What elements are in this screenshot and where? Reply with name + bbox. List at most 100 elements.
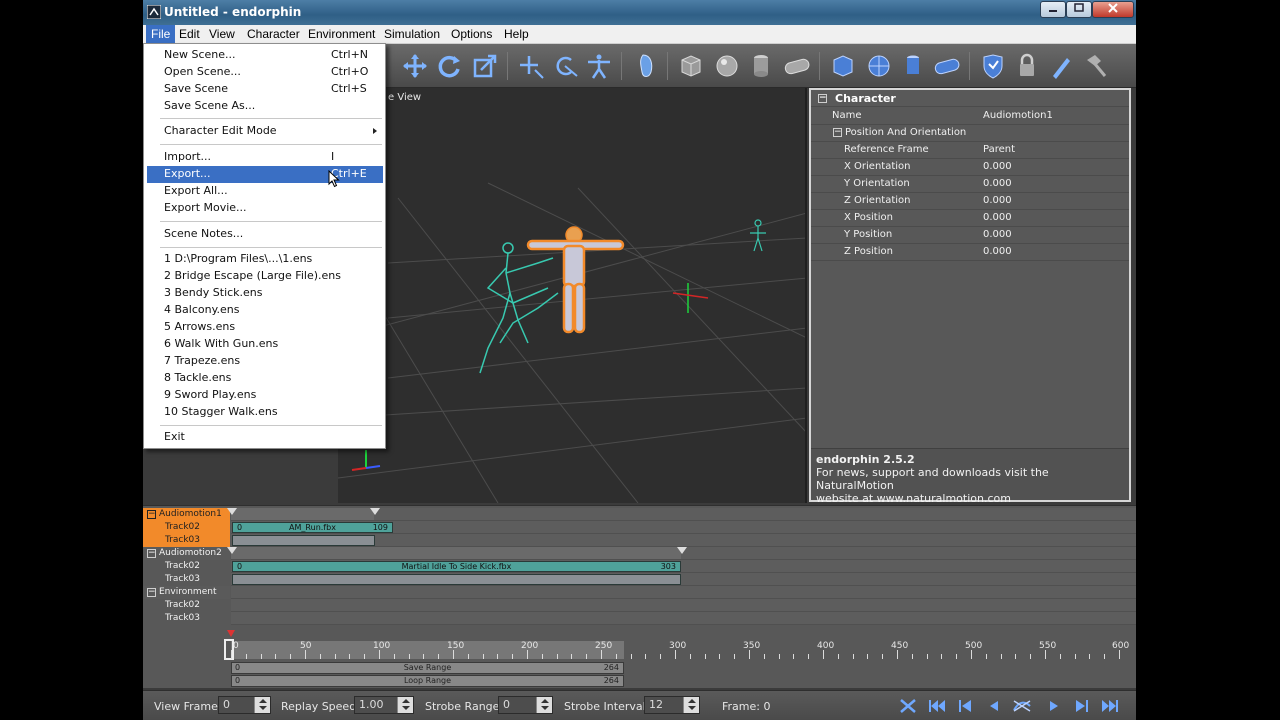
play-backward-icon[interactable] <box>983 697 1005 715</box>
menu-item-export-all[interactable]: Export All... <box>147 183 383 200</box>
spin-arrows-icon[interactable] <box>254 697 270 713</box>
character-pose-icon[interactable] <box>585 52 613 80</box>
property-row-name[interactable]: Name Audiomotion1 <box>811 108 1129 125</box>
lock-icon[interactable] <box>1013 52 1041 80</box>
track-lane[interactable] <box>231 534 1136 547</box>
marker-icon[interactable] <box>227 547 237 555</box>
collapse-icon[interactable]: − <box>833 128 842 137</box>
step-forward-icon[interactable] <box>1070 697 1092 715</box>
hammer-icon[interactable] <box>1081 52 1109 80</box>
rotate-tool-icon[interactable] <box>435 52 463 80</box>
go-to-end-icon[interactable] <box>1099 697 1121 715</box>
recent-file-item[interactable]: 2 Bridge Escape (Large File).ens <box>147 268 383 285</box>
shield-icon[interactable] <box>979 52 1007 80</box>
menu-item-import[interactable]: Import... I <box>147 149 383 166</box>
close-button[interactable] <box>1092 1 1134 18</box>
recent-file-item[interactable]: 9 Sword Play.ens <box>147 387 383 404</box>
add-blue-cylinder-icon[interactable] <box>899 52 927 80</box>
spin-arrows-icon[interactable] <box>683 697 699 713</box>
pen-icon[interactable] <box>1047 52 1075 80</box>
loop-icon[interactable] <box>1011 697 1033 715</box>
frame-ruler[interactable]: 0 50 100 150 200 250 300 350 400 450 500… <box>224 630 1136 660</box>
title-bar[interactable]: Untitled - endorphin <box>143 0 1136 25</box>
track-row[interactable]: Track03 <box>143 612 1136 625</box>
step-back-icon[interactable] <box>955 697 977 715</box>
track-group-header[interactable]: − Audiomotion2 <box>143 547 1136 560</box>
scale-tool-icon[interactable] <box>471 52 499 80</box>
property-row[interactable]: X Orientation 0.000 <box>811 159 1129 176</box>
properties-header[interactable]: − Character <box>811 90 1129 107</box>
menu-item-export[interactable]: Export... Ctrl+E <box>147 166 383 183</box>
track-lane[interactable] <box>231 612 1136 625</box>
property-row[interactable]: Z Position 0.000 <box>811 244 1129 261</box>
add-character-icon[interactable] <box>633 52 661 80</box>
go-to-start-icon[interactable] <box>926 697 948 715</box>
track-lane[interactable] <box>231 599 1136 612</box>
collapse-icon[interactable]: − <box>818 94 827 103</box>
add-blue-sphere-icon[interactable] <box>865 52 893 80</box>
move-tool-icon[interactable] <box>401 52 429 80</box>
property-row[interactable]: Reference Frame Parent <box>811 142 1129 159</box>
animation-clip[interactable]: 0 Martial Idle To Side Kick.fbx 303 <box>232 561 681 572</box>
track-lane[interactable]: 0 Martial Idle To Side Kick.fbx 303 <box>231 560 1136 573</box>
track-group-audiomotion1[interactable]: − Audiomotion1 <box>143 508 230 521</box>
add-cylinder-icon[interactable] <box>747 52 775 80</box>
spin-arrows-icon[interactable] <box>397 697 413 713</box>
track-row[interactable]: Track02 0 AM_Run.fbx 109 <box>143 521 1136 534</box>
recent-file-item[interactable]: 6 Walk With Gun.ens <box>147 336 383 353</box>
track-lane[interactable] <box>231 586 1136 599</box>
menu-item-scene-notes[interactable]: Scene Notes... <box>147 226 383 243</box>
property-row[interactable]: X Position 0.000 <box>811 210 1129 227</box>
track-row[interactable]: Track02 0 Martial Idle To Side Kick.fbx … <box>143 560 1136 573</box>
move-joint-icon[interactable] <box>517 52 545 80</box>
recent-file-item[interactable]: 1 D:\Program Files\...\1.ens <box>147 251 383 268</box>
track-row[interactable]: Track03 <box>143 573 1136 586</box>
collapse-icon[interactable]: − <box>147 588 156 597</box>
track-group-header[interactable]: − Environment <box>143 586 1136 599</box>
marker-icon[interactable] <box>227 508 237 516</box>
menu-item-open-scene[interactable]: Open Scene... Ctrl+O <box>147 64 383 81</box>
physics-clip[interactable] <box>232 574 681 585</box>
view-frame-input[interactable]: 0 <box>218 696 271 714</box>
track-lane[interactable] <box>227 508 1136 521</box>
track-group-header[interactable]: − Audiomotion1 <box>143 508 1136 521</box>
menu-item-new-scene[interactable]: New Scene... Ctrl+N <box>147 47 383 64</box>
replay-speed-input[interactable]: 1.00 <box>354 696 414 714</box>
menu-item-save-scene[interactable]: Save Scene Ctrl+S <box>147 81 383 98</box>
menu-file[interactable]: File <box>146 25 176 44</box>
property-group-position[interactable]: − Position And Orientation <box>811 125 1129 142</box>
recent-file-item[interactable]: 8 Tackle.ens <box>147 370 383 387</box>
marker-icon[interactable] <box>677 547 687 555</box>
add-blue-box-icon[interactable] <box>829 52 857 80</box>
menu-item-export-movie[interactable]: Export Movie... <box>147 200 383 217</box>
strobe-interval-input[interactable]: 12 <box>644 696 700 714</box>
playhead-marker-icon[interactable] <box>227 630 235 638</box>
spin-arrows-icon[interactable] <box>536 697 552 713</box>
track-row[interactable]: Track02 <box>143 599 1136 612</box>
track-lane[interactable] <box>227 547 1136 560</box>
strobe-range-input[interactable]: 0 <box>498 696 553 714</box>
menu-help[interactable]: Help <box>499 25 534 44</box>
recent-file-item[interactable]: 7 Trapeze.ens <box>147 353 383 370</box>
menu-environment[interactable]: Environment <box>303 25 380 44</box>
play-forward-icon[interactable] <box>1043 697 1065 715</box>
minimize-button[interactable] <box>1040 1 1066 18</box>
menu-item-character-edit-mode[interactable]: Character Edit Mode <box>147 123 383 140</box>
collapse-icon[interactable]: − <box>147 510 156 519</box>
menu-options[interactable]: Options <box>446 25 497 44</box>
menu-item-save-scene-as[interactable]: Save Scene As... <box>147 98 383 115</box>
3d-viewport[interactable]: e View <box>338 88 807 503</box>
track-group-audiomotion2[interactable]: − Audiomotion2 <box>143 547 230 560</box>
maximize-button[interactable] <box>1066 1 1092 18</box>
loop-range-bar[interactable]: 0 Loop Range 264 <box>231 675 624 687</box>
menu-simulation[interactable]: Simulation <box>379 25 445 44</box>
add-blue-capsule-icon[interactable] <box>933 52 961 80</box>
property-row[interactable]: Y Orientation 0.000 <box>811 176 1129 193</box>
recent-file-item[interactable]: 10 Stagger Walk.ens <box>147 404 383 421</box>
track-row[interactable]: Track03 <box>143 534 1136 547</box>
property-row[interactable]: Y Position 0.000 <box>811 227 1129 244</box>
simulate-icon[interactable] <box>897 697 919 715</box>
track-lane[interactable]: 0 AM_Run.fbx 109 <box>231 521 1136 534</box>
menu-character[interactable]: Character <box>242 25 305 44</box>
marker-icon[interactable] <box>370 508 380 516</box>
